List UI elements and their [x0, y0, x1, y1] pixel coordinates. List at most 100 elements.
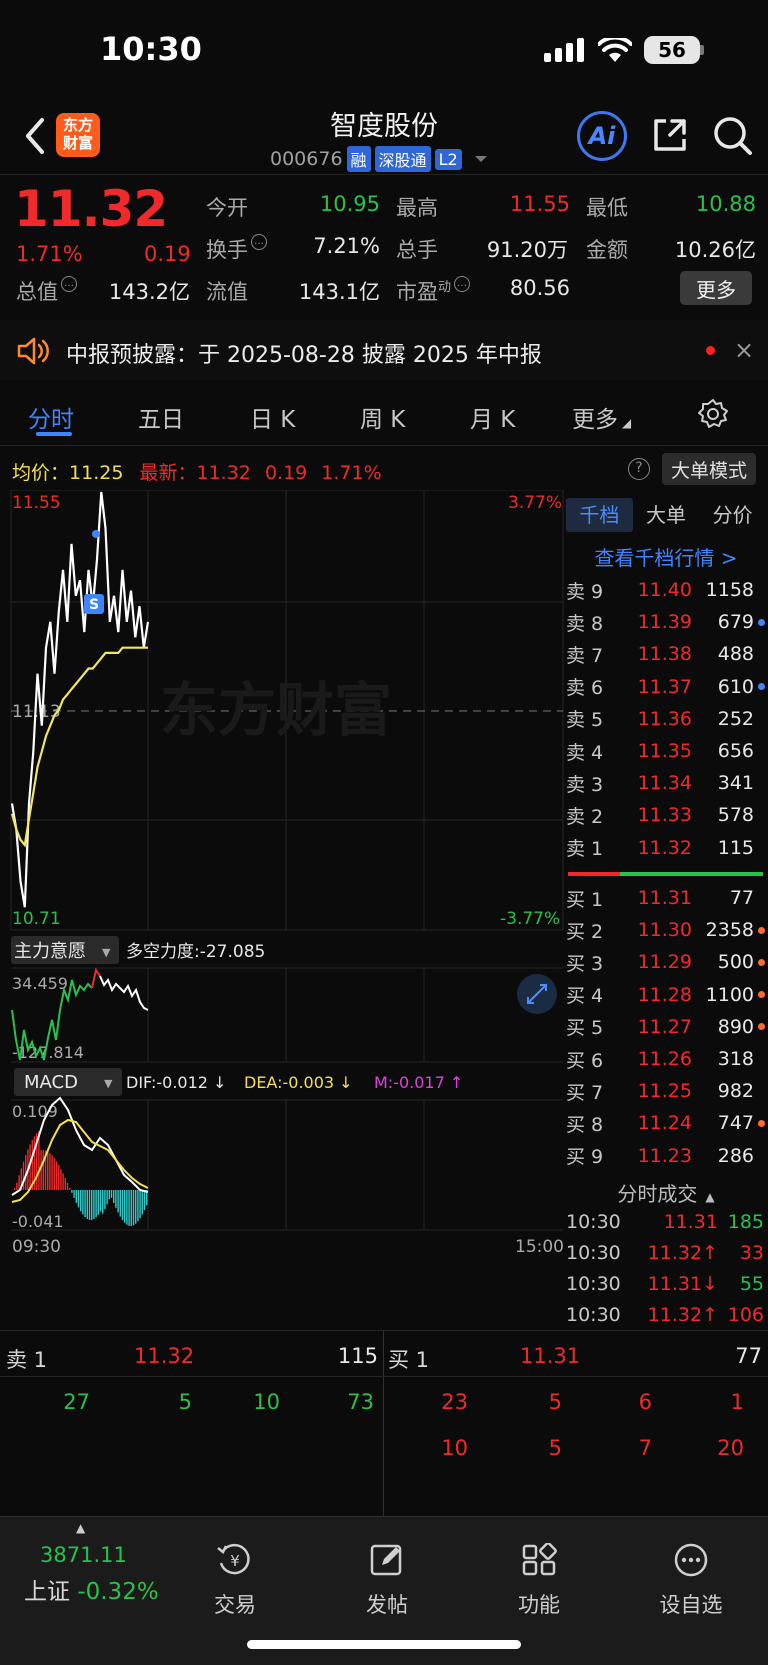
- ask-level-row[interactable]: 卖 4 11.35 656: [566, 735, 766, 767]
- trades-title[interactable]: 分时成交 ▲: [566, 1178, 766, 1207]
- dropdown-caret-icon[interactable]: [474, 154, 488, 164]
- help-icon[interactable]: ?: [628, 458, 650, 480]
- tab-five-day[interactable]: 五日: [138, 400, 184, 434]
- bid-level-row[interactable]: 买 4 11.28 1100: [566, 979, 766, 1011]
- macd-label[interactable]: MACD: [24, 1072, 78, 1093]
- notice-text[interactable]: 中报预披露：于 2025-08-28 披露 2025 年中报: [66, 337, 542, 369]
- nav-add-watchlist[interactable]: 设自选: [636, 1543, 746, 1619]
- ask-level-row[interactable]: 卖 7 11.38 488: [566, 638, 766, 670]
- queue-mid-divider: [383, 1330, 384, 1516]
- ask-level-row[interactable]: 卖 5 11.36 252: [566, 703, 766, 735]
- ask-level-row[interactable]: 卖 6 11.37 610: [566, 671, 766, 703]
- macd-bar: [119, 1190, 121, 1217]
- trade-icon: ¥: [217, 1543, 250, 1575]
- tab-thousand-levels[interactable]: 千档: [566, 498, 633, 532]
- ask-level-row[interactable]: 卖 1 11.32 115: [566, 832, 766, 864]
- index-caret-icon[interactable]: ▲: [76, 1521, 85, 1535]
- level-volume: 1100: [705, 983, 754, 1006]
- nav-post[interactable]: 发帖: [332, 1543, 442, 1619]
- turnover-label[interactable]: 换手…: [206, 234, 267, 264]
- macd-bar: [137, 1190, 139, 1222]
- bid-level-row[interactable]: 买 6 11.26 318: [566, 1043, 766, 1075]
- intraday-chart[interactable]: 东方财富 11.55 3.77% 11.13 10.71 -3.77% S 主力…: [0, 490, 564, 1330]
- order-book-tabs: 千档 大单 分价: [566, 498, 766, 532]
- level-volume: 679: [717, 611, 754, 634]
- macd-caret-icon[interactable]: ▼: [104, 1077, 113, 1090]
- bid-level-row[interactable]: 买 3 11.29 500: [566, 946, 766, 978]
- queue-top-divider: [0, 1330, 768, 1331]
- amount-value: 10.26亿: [674, 238, 756, 262]
- stock-code: 000676: [270, 148, 343, 170]
- info-icon[interactable]: …: [251, 234, 267, 250]
- view-levels-link[interactable]: 查看千档行情 >: [566, 542, 766, 571]
- bid-level-row[interactable]: 买 2 11.30 2358: [566, 914, 766, 946]
- ask-level-row[interactable]: 卖 3 11.34 341: [566, 767, 766, 799]
- latest-pct: 1.71%: [321, 462, 382, 484]
- active-tab-underline: [36, 432, 72, 436]
- zlyy-top-value: 34.459: [12, 974, 68, 993]
- tab-more[interactable]: 更多 ◢: [572, 400, 631, 434]
- level-price: 11.35: [637, 740, 692, 762]
- ai-assistant-icon[interactable]: Ai: [577, 111, 627, 161]
- search-icon[interactable]: [712, 115, 754, 157]
- tab-intraday[interactable]: 分时: [28, 400, 74, 434]
- bid-level-row[interactable]: 买 1 11.31 77: [566, 882, 766, 914]
- level-marker-dot: [758, 1023, 765, 1031]
- index-value[interactable]: 3871.11: [40, 1543, 127, 1567]
- pe-label[interactable]: 市盈动…: [396, 276, 471, 306]
- stock-subtitle[interactable]: 000676 融 深股通 L2: [270, 146, 488, 172]
- bid-level-row[interactable]: 买 5 11.27 890: [566, 1011, 766, 1043]
- info-icon[interactable]: …: [61, 276, 77, 292]
- bid-level-row[interactable]: 买 8 11.24 747: [566, 1107, 766, 1139]
- macd-bar: [106, 1190, 108, 1205]
- nav-trade[interactable]: ¥ 交易: [180, 1543, 290, 1619]
- macd-bar: [130, 1190, 132, 1226]
- level-label: 买 8: [566, 1113, 604, 1136]
- bid-level-row[interactable]: 买 7 11.25 982: [566, 1075, 766, 1107]
- queue-order: 5: [548, 1436, 562, 1460]
- signal-s-icon[interactable]: S: [84, 594, 104, 614]
- level-price: 11.34: [637, 772, 692, 795]
- level-label: 卖 4: [566, 741, 604, 764]
- nav-functions-label: 功能: [518, 1593, 560, 1617]
- queue-order: 1: [730, 1390, 744, 1414]
- share-icon[interactable]: [650, 115, 690, 155]
- level-label: 买 6: [566, 1049, 604, 1072]
- ask-level-row[interactable]: 卖 8 11.39 679: [566, 606, 766, 638]
- macd-bar: [16, 1182, 18, 1190]
- macd-bar: [115, 1190, 117, 1208]
- tab-price-distribution[interactable]: 分价: [699, 498, 766, 532]
- ask-level-row[interactable]: 卖 2 11.33 578: [566, 799, 766, 831]
- info-icon[interactable]: …: [454, 276, 471, 292]
- cellular-signal-icon: [544, 38, 584, 62]
- close-icon[interactable]: ×: [734, 336, 754, 364]
- home-indicator[interactable]: [247, 1640, 521, 1649]
- nav-functions[interactable]: 功能: [484, 1542, 594, 1619]
- queue-header-divider: [0, 1376, 768, 1377]
- total-cap-label[interactable]: 总值…: [16, 276, 77, 306]
- gear-icon[interactable]: [697, 398, 729, 430]
- more-button[interactable]: 更多: [680, 271, 752, 305]
- level-marker-dot: [758, 958, 765, 966]
- tab-big-orders[interactable]: 大单: [633, 498, 700, 532]
- index-row[interactable]: 上证 -0.32%: [24, 1572, 159, 1606]
- dkld-value: 多空力度:-27.085: [126, 942, 265, 962]
- macd-bar: [62, 1173, 64, 1190]
- macd-bar: [18, 1175, 20, 1190]
- bid-level-row[interactable]: 买 9 11.23 286: [566, 1140, 766, 1172]
- big-order-mode-button[interactable]: 大单模式: [662, 453, 756, 485]
- zlyy-label[interactable]: 主力意愿: [14, 941, 86, 962]
- level-marker-dot: [758, 715, 765, 722]
- queue-order: 27: [63, 1390, 90, 1414]
- level-marker-dot: [758, 618, 765, 626]
- tab-daily-k[interactable]: 日 K: [250, 400, 295, 434]
- zlyy-caret-icon[interactable]: ▼: [102, 946, 111, 959]
- level-price: 11.23: [637, 1144, 692, 1167]
- tab-weekly-k[interactable]: 周 K: [360, 400, 405, 434]
- ask-level-row[interactable]: 卖 9 11.40 1158: [566, 574, 766, 606]
- macd-bar: [141, 1190, 143, 1215]
- expand-icon[interactable]: [517, 974, 557, 1014]
- tab-monthly-k[interactable]: 月 K: [470, 400, 515, 434]
- macd-bar: [143, 1190, 146, 1210]
- macd-bar: [73, 1190, 75, 1198]
